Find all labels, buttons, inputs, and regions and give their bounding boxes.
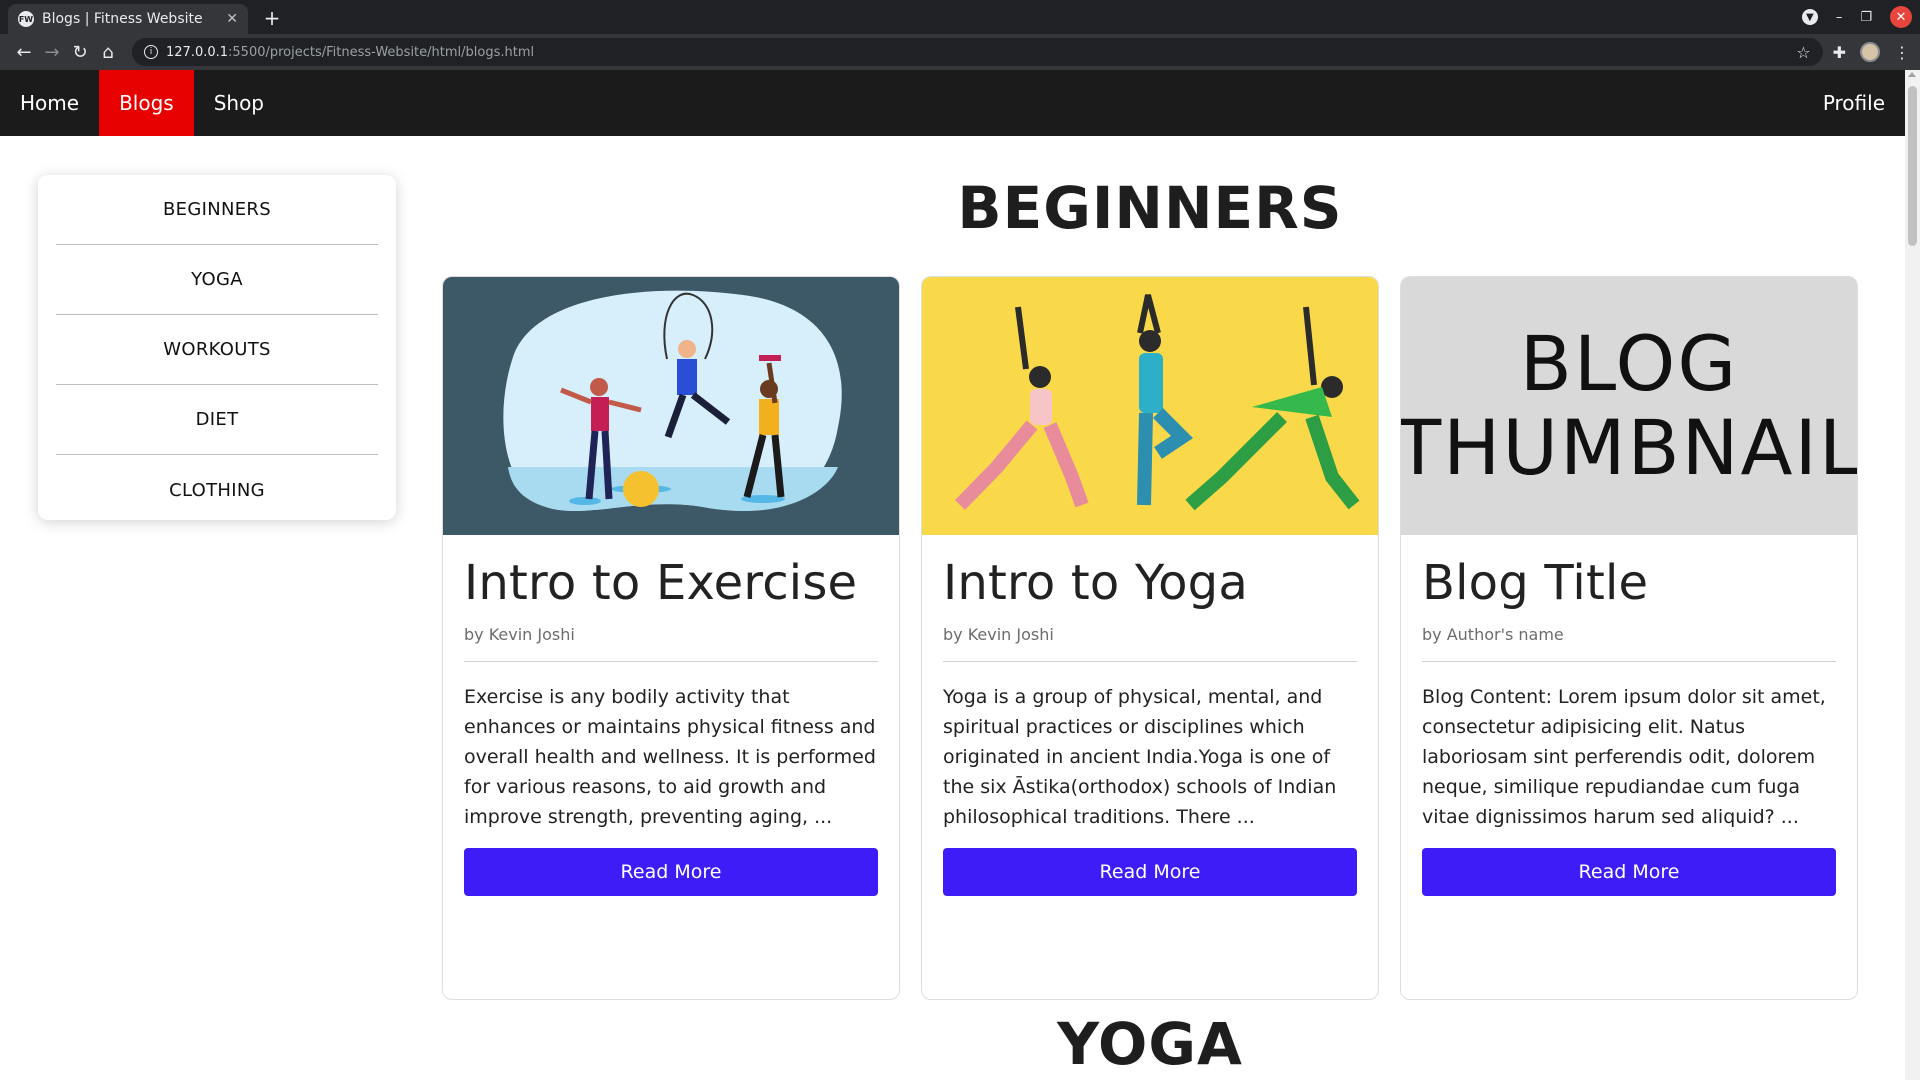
sidebar-item-beginners[interactable]: BEGINNERS bbox=[56, 175, 378, 245]
url-host: 127.0.0.1 bbox=[166, 44, 229, 60]
scrollbar-thumb[interactable] bbox=[1908, 86, 1917, 246]
back-arrow-icon[interactable]: ← bbox=[10, 42, 38, 63]
site-info-icon[interactable]: i bbox=[144, 45, 158, 59]
card-excerpt: Blog Content: Lorem ipsum dolor sit amet… bbox=[1422, 686, 1826, 828]
section-title-yoga: YOGA bbox=[1057, 1010, 1243, 1078]
card-divider bbox=[464, 661, 878, 662]
website-viewport: Home Blogs Shop Profile BEGINNERS YOGA W… bbox=[0, 70, 1905, 1080]
card-excerpt: Yoga is a group of physical, mental, and… bbox=[943, 686, 1337, 828]
minimize-icon[interactable]: – bbox=[1836, 10, 1843, 25]
card-body: Intro to Exercise by Kevin Joshi Exercis… bbox=[443, 555, 899, 896]
scroll-up-arrow-icon[interactable] bbox=[1908, 72, 1916, 77]
blog-card: BLOG THUMBNAIL Blog Title by Author's na… bbox=[1400, 276, 1858, 1000]
nav-profile-link[interactable]: Profile bbox=[1803, 70, 1905, 136]
card-title[interactable]: Intro to Yoga bbox=[943, 555, 1357, 619]
nav-spacer bbox=[284, 70, 1803, 136]
reload-icon[interactable]: ↻ bbox=[66, 42, 94, 63]
extensions-puzzle-icon[interactable]: ✚ bbox=[1833, 43, 1846, 62]
exercise-illustration-image bbox=[443, 277, 899, 535]
page-scrollbar[interactable] bbox=[1905, 70, 1920, 1080]
card-body: Intro to Yoga by Kevin Joshi Yoga is a g… bbox=[922, 555, 1378, 896]
sidebar-item-clothing[interactable]: CLOTHING bbox=[56, 455, 378, 525]
blog-card: Intro to Exercise by Kevin Joshi Exercis… bbox=[442, 276, 900, 1000]
close-window-icon[interactable]: ✕ bbox=[1890, 6, 1912, 28]
sidebar-item-diet[interactable]: DIET bbox=[56, 385, 378, 455]
menu-kebab-icon[interactable]: ⋮ bbox=[1894, 43, 1910, 62]
nav-shop-link[interactable]: Shop bbox=[194, 70, 284, 136]
card-body: Blog Title by Author's name Blog Content… bbox=[1401, 555, 1857, 896]
sidebar-item-yoga[interactable]: YOGA bbox=[56, 245, 378, 315]
card-author: by Kevin Joshi bbox=[464, 625, 575, 644]
card-title[interactable]: Intro to Exercise bbox=[464, 555, 878, 619]
card-excerpt: Exercise is any bodily activity that enh… bbox=[464, 686, 876, 828]
read-more-button[interactable]: Read More bbox=[1422, 848, 1836, 896]
address-bar: ← → ↻ ⌂ i 127.0.0.1 :5500/projects/Fitne… bbox=[0, 34, 1920, 70]
category-sidebar: BEGINNERS YOGA WORKOUTS DIET CLOTHING bbox=[38, 175, 396, 520]
url-input[interactable]: i 127.0.0.1 :5500/projects/Fitness-Websi… bbox=[132, 38, 1823, 66]
site-favicon-icon: FW bbox=[18, 11, 34, 27]
window-controls: ▼ – ❐ ✕ bbox=[1801, 0, 1920, 34]
thumbnail-text-line2: THUMBNAIL bbox=[1401, 403, 1857, 492]
site-navbar: Home Blogs Shop Profile bbox=[0, 70, 1905, 136]
nav-blogs-link[interactable]: Blogs bbox=[99, 70, 194, 136]
nav-home-link[interactable]: Home bbox=[0, 70, 99, 136]
card-author: by Kevin Joshi bbox=[943, 625, 1054, 644]
read-more-button[interactable]: Read More bbox=[943, 848, 1357, 896]
profile-avatar[interactable] bbox=[1860, 42, 1880, 62]
browser-tab[interactable]: FW Blogs | Fitness Website ✕ bbox=[8, 4, 248, 34]
card-divider bbox=[1422, 661, 1836, 662]
blog-thumbnail-placeholder-image: BLOG THUMBNAIL bbox=[1401, 277, 1857, 535]
restore-icon[interactable]: ❐ bbox=[1860, 10, 1872, 25]
close-tab-icon[interactable]: ✕ bbox=[226, 11, 238, 27]
tab-title: Blogs | Fitness Website bbox=[42, 11, 203, 27]
section-title-beginners: BEGINNERS bbox=[957, 174, 1343, 242]
yoga-illustration-image bbox=[922, 277, 1378, 535]
home-icon[interactable]: ⌂ bbox=[94, 42, 122, 63]
sidebar-item-workouts[interactable]: WORKOUTS bbox=[56, 315, 378, 385]
download-icon[interactable]: ▼ bbox=[1801, 9, 1818, 25]
read-more-button[interactable]: Read More bbox=[464, 848, 878, 896]
card-divider bbox=[943, 661, 1357, 662]
browser-tab-bar: FW Blogs | Fitness Website ✕ + ▼ – ❐ ✕ bbox=[0, 0, 1920, 34]
new-tab-icon[interactable]: + bbox=[260, 6, 284, 30]
forward-arrow-icon[interactable]: → bbox=[38, 42, 66, 63]
card-title[interactable]: Blog Title bbox=[1422, 555, 1836, 619]
thumbnail-text-line1: BLOG bbox=[1519, 319, 1739, 408]
blog-card: Intro to Yoga by Kevin Joshi Yoga is a g… bbox=[921, 276, 1379, 1000]
bookmark-star-icon[interactable]: ☆ bbox=[1796, 43, 1810, 62]
url-path: :5500/projects/Fitness-Website/html/blog… bbox=[228, 44, 535, 60]
extensions-area: ✚ ⋮ bbox=[1833, 42, 1910, 62]
card-author: by Author's name bbox=[1422, 625, 1564, 644]
